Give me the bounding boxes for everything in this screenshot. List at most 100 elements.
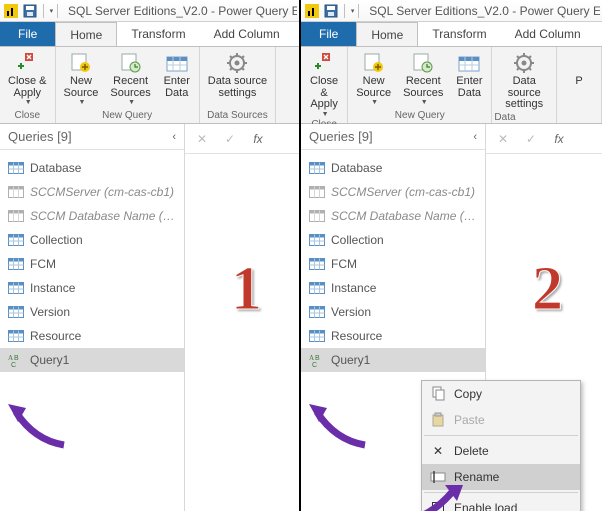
recent-sources-icon [409,51,437,75]
enter-data-icon [455,51,483,75]
tab-file[interactable]: File [301,22,356,46]
abc-icon [8,353,24,367]
queries-list: Database SCCMServer (cm-cas-cb1) SCCM Da… [0,150,184,378]
data-source-settings-button[interactable]: Data source settings [494,49,554,111]
qat-separator [344,4,345,18]
gear-icon [223,51,251,75]
delete-icon: ✕ [430,443,446,459]
query-item-database[interactable]: Database [0,156,184,180]
save-icon[interactable] [22,3,36,19]
close-apply-button[interactable]: Close & Apply▼ [2,49,53,109]
ribbon: Close & Apply▼ Close New Source▼ Recent … [301,46,602,124]
ctx-delete[interactable]: ✕Delete [422,438,580,464]
qat-separator-2 [358,4,359,18]
pane-1: ▾ SQL Server Editions_V2.0 - Power Query… [0,0,301,511]
enter-data-button[interactable]: Enter Data [157,49,197,109]
close-apply-button[interactable]: Close & Apply▼ [303,49,345,118]
qat-separator-2 [57,4,58,18]
ribbon-group-new-query: New Query [395,109,445,122]
text-param-icon [8,209,24,223]
recent-sources-icon [117,51,145,75]
window-title: SQL Server Editions_V2.0 - Power Query E… [369,4,600,18]
qat-dropdown-icon[interactable]: ▾ [50,7,54,15]
ribbon-tabs: File Home Transform Add Column [301,22,602,46]
copy-icon [430,386,446,402]
queries-header: Queries [9] [309,129,373,144]
window-title: SQL Server Editions_V2.0 - Power Query E… [68,4,297,18]
collapse-queries-icon[interactable]: ‹ [172,131,176,143]
query-item-query1[interactable]: Query1 [0,348,184,372]
table-icon [8,281,24,295]
save-icon[interactable] [323,3,337,19]
recent-sources-button[interactable]: Recent Sources▼ [397,49,449,109]
table-icon [309,329,325,343]
ctx-enable-load[interactable]: ✓Enable load [422,495,580,511]
formula-commit-icon[interactable]: ✓ [518,128,544,150]
formula-cancel-icon[interactable]: ✕ [189,128,215,150]
ribbon-group-new-query: New Query [102,109,152,122]
new-source-button[interactable]: New Source▼ [58,49,105,109]
ribbon-tabs: File Home Transform Add Column [0,22,299,46]
enter-data-button[interactable]: Enter Data [449,49,489,109]
tab-home[interactable]: Home [356,22,418,47]
table-icon [309,305,325,319]
query-item-instance[interactable]: Instance [0,276,184,300]
tab-add-column[interactable]: Add Column [200,22,294,46]
query-item-version[interactable]: Version [301,300,485,324]
queries-pane: Queries [9] ‹ Database SCCMServer (cm-ca… [0,124,185,511]
tab-home[interactable]: Home [55,22,117,47]
ctx-separator [424,492,578,493]
new-source-button[interactable]: New Source▼ [350,49,397,109]
pane-2: ▾ SQL Server Editions_V2.0 - Power Query… [301,0,602,511]
new-source-icon [67,51,95,75]
table-icon [8,329,24,343]
tab-file[interactable]: File [0,22,55,46]
close-apply-icon [310,51,338,75]
query-item-collection[interactable]: Collection [301,228,485,252]
query-item-sccmserver[interactable]: SCCMServer (cm-cas-cb1) [301,180,485,204]
query-item-version[interactable]: Version [0,300,184,324]
manage-parameters-button[interactable]: P [559,49,599,120]
formula-fx-icon[interactable]: fx [546,128,572,150]
query-item-resource[interactable]: Resource [0,324,184,348]
formula-cancel-icon[interactable]: ✕ [490,128,516,150]
formula-fx-icon[interactable]: fx [245,128,271,150]
tab-transform[interactable]: Transform [117,22,199,46]
formula-commit-icon[interactable]: ✓ [217,128,243,150]
close-apply-icon [13,51,41,75]
formula-bar: ✕ ✓ fx [185,124,299,154]
query-item-collection[interactable]: Collection [0,228,184,252]
query-item-fcm[interactable]: FCM [0,252,184,276]
paste-icon [430,412,446,428]
recent-sources-button[interactable]: Recent Sources▼ [104,49,156,109]
table-icon [309,281,325,295]
checkbox-checked-icon: ✓ [430,500,446,511]
abc-icon [309,353,325,367]
query-item-database[interactable]: Database [301,156,485,180]
table-icon [8,161,24,175]
query-item-sccmserver[interactable]: SCCMServer (cm-cas-cb1) [0,180,184,204]
formula-bar: ✕ ✓ fx [486,124,602,154]
query-item-sccmdb[interactable]: SCCM Database Name (c... [301,204,485,228]
ribbon: Close & Apply▼ Close New Source▼ Recent … [0,46,299,124]
ctx-separator [424,435,578,436]
query-item-fcm[interactable]: FCM [301,252,485,276]
query-item-query1[interactable]: Query1 [301,348,485,372]
tab-add-column[interactable]: Add Column [501,22,595,46]
powerbi-logo-icon [305,3,319,19]
ctx-paste: Paste [422,407,580,433]
ctx-rename[interactable]: Rename [422,464,580,490]
query-item-resource[interactable]: Resource [301,324,485,348]
text-param-icon [309,185,325,199]
qat-dropdown-icon[interactable]: ▾ [351,7,355,15]
query-item-sccmdb[interactable]: SCCM Database Name (c... [0,204,184,228]
ctx-copy[interactable]: Copy [422,381,580,407]
collapse-queries-icon[interactable]: ‹ [473,131,477,143]
titlebar: ▾ SQL Server Editions_V2.0 - Power Query… [0,0,299,22]
tab-transform[interactable]: Transform [418,22,500,46]
query-item-instance[interactable]: Instance [301,276,485,300]
gear-icon [510,51,538,75]
data-source-settings-button[interactable]: Data source settings [202,49,273,109]
titlebar: ▾ SQL Server Editions_V2.0 - Power Query… [301,0,602,22]
table-icon [8,233,24,247]
